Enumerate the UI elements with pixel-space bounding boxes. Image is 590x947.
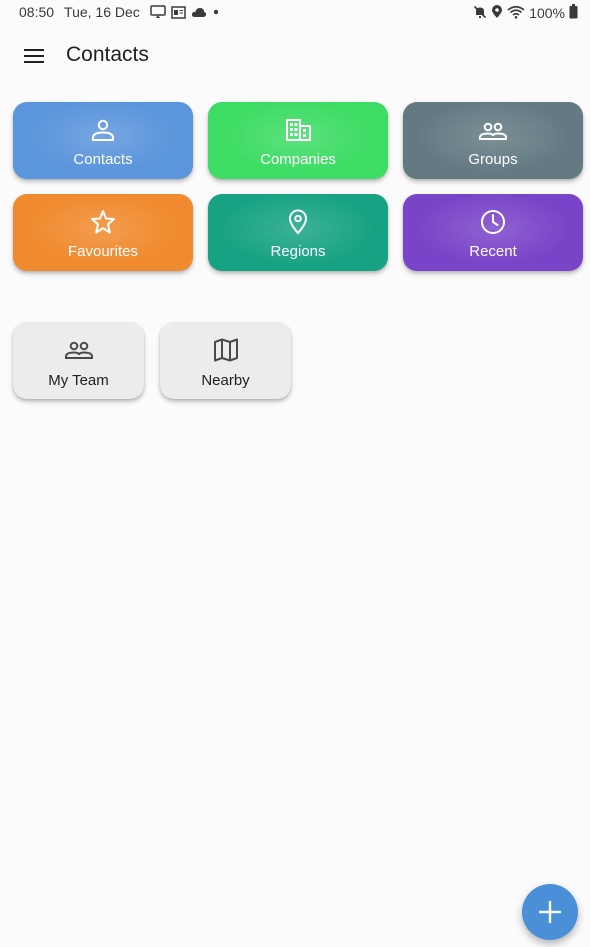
group-icon xyxy=(64,341,93,359)
quick-nearby[interactable]: Nearby xyxy=(160,322,291,399)
battery-percent: 100% xyxy=(529,5,565,21)
location-pin-icon xyxy=(288,209,308,235)
building-icon xyxy=(286,119,311,141)
star-icon xyxy=(91,210,115,234)
tile-label: Groups xyxy=(468,151,518,168)
tile-groups[interactable]: Groups xyxy=(403,102,583,179)
tile-companies[interactable]: Companies xyxy=(208,102,388,179)
cast-icon xyxy=(150,5,166,19)
cloud-icon xyxy=(191,7,207,18)
mute-icon xyxy=(473,5,487,22)
clock-icon xyxy=(481,210,505,234)
map-icon xyxy=(213,338,238,362)
app-bar: Contacts xyxy=(0,32,590,80)
page-title: Contacts xyxy=(66,43,149,66)
status-bar: 08:50 Tue, 16 Dec 100% xyxy=(0,0,590,24)
tile-contacts[interactable]: Contacts xyxy=(13,102,193,179)
tile-label: Favourites xyxy=(67,243,139,260)
tile-label: Regions xyxy=(270,243,326,260)
group-icon xyxy=(479,122,507,140)
menu-button[interactable] xyxy=(18,42,50,70)
add-contact-button[interactable] xyxy=(522,884,578,940)
tile-favourites[interactable]: Favourites xyxy=(13,194,193,271)
quick-my-team[interactable]: My Team xyxy=(13,322,144,399)
wifi-icon xyxy=(507,5,525,22)
dot-icon xyxy=(212,8,220,16)
plus-icon xyxy=(539,901,561,923)
status-time: 08:50 xyxy=(19,4,55,20)
news-icon xyxy=(171,5,186,19)
menu-icon xyxy=(24,49,44,63)
battery-icon xyxy=(569,4,578,22)
person-icon xyxy=(92,119,114,141)
tile-label: Recent xyxy=(469,243,517,260)
tile-regions[interactable]: Regions xyxy=(208,194,388,271)
tile-recent[interactable]: Recent xyxy=(403,194,583,271)
quick-label: My Team xyxy=(48,372,109,389)
quick-label: Nearby xyxy=(201,372,250,389)
location-icon xyxy=(491,4,503,22)
status-date: Tue, 16 Dec xyxy=(64,4,140,20)
tile-label: Contacts xyxy=(73,151,133,168)
tile-label: Companies xyxy=(260,151,336,168)
